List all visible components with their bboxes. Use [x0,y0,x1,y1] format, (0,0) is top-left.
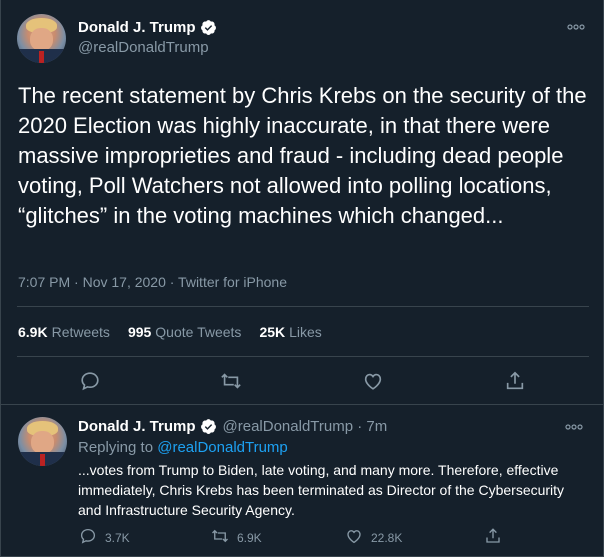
likes-count: 25K [259,324,286,340]
like-action[interactable]: 22.8K [345,527,402,548]
author-handle[interactable]: @realDonaldTrump · 7m [223,418,388,435]
like-count: 22.8K [371,530,403,545]
tweet-thread: Donald J. Trump @realDonaldTrump The rec… [0,0,604,557]
verified-badge-icon [200,418,217,435]
reply-count: 3.7K [105,530,130,545]
retweet-action[interactable]: 6.9K [211,527,262,548]
author-row: Donald J. Trump [78,19,217,36]
more-icon[interactable] [565,417,583,433]
verified-badge-icon [200,19,217,36]
divider [17,356,589,357]
retweet-icon [211,527,229,548]
quotes-stat[interactable]: 995 Quote Tweets [128,324,242,340]
retweets-stat[interactable]: 6.9K Retweets [18,324,110,340]
reply-icon[interactable] [79,370,101,392]
main-tweet[interactable]: Donald J. Trump @realDonaldTrump The rec… [1,0,604,405]
avatar[interactable] [17,14,66,63]
tweet-actions [1,370,604,394]
share-icon [484,527,502,548]
reply-action[interactable]: 3.7K [79,527,130,548]
reply-icon [79,527,97,548]
retweets-label: Retweets [51,324,110,340]
divider [17,306,589,307]
reply-actions: 3.7K 6.9K 22.8K [1,527,604,547]
quotes-label: Quote Tweets [155,324,242,340]
quotes-count: 995 [127,324,152,340]
like-icon[interactable] [362,370,384,392]
replying-handle-link[interactable]: @realDonaldTrump [157,439,288,456]
retweet-icon[interactable] [220,370,242,392]
author-name[interactable]: Donald J. Trump [78,418,196,435]
like-icon [345,527,363,548]
author-handle[interactable]: @realDonaldTrump [78,39,209,56]
author-name[interactable]: Donald J. Trump [78,19,196,36]
retweet-count: 6.9K [237,530,262,545]
avatar[interactable] [18,417,67,466]
retweets-count: 6.9K [18,324,48,340]
tweet-text: The recent statement by Chris Krebs on t… [18,83,587,228]
likes-stat[interactable]: 25K Likes [259,324,321,340]
replying-prefix: Replying to [78,439,158,456]
reply-text: ...votes from Trump to Biden, late votin… [78,462,565,518]
share-action[interactable] [484,527,502,548]
share-icon[interactable] [504,370,526,392]
tweet-timestamp[interactable]: 7:07 PM · Nov 17, 2020 · Twitter for iPh… [18,274,287,290]
replying-to: Replying to @realDonaldTrump [78,439,288,456]
likes-label: Likes [289,324,322,340]
tweet-stats: 6.9K Retweets 995 Quote Tweets 25K Likes [18,324,322,340]
author-row: Donald J. Trump @realDonaldTrump · 7m [78,418,387,435]
more-icon[interactable] [567,17,585,33]
